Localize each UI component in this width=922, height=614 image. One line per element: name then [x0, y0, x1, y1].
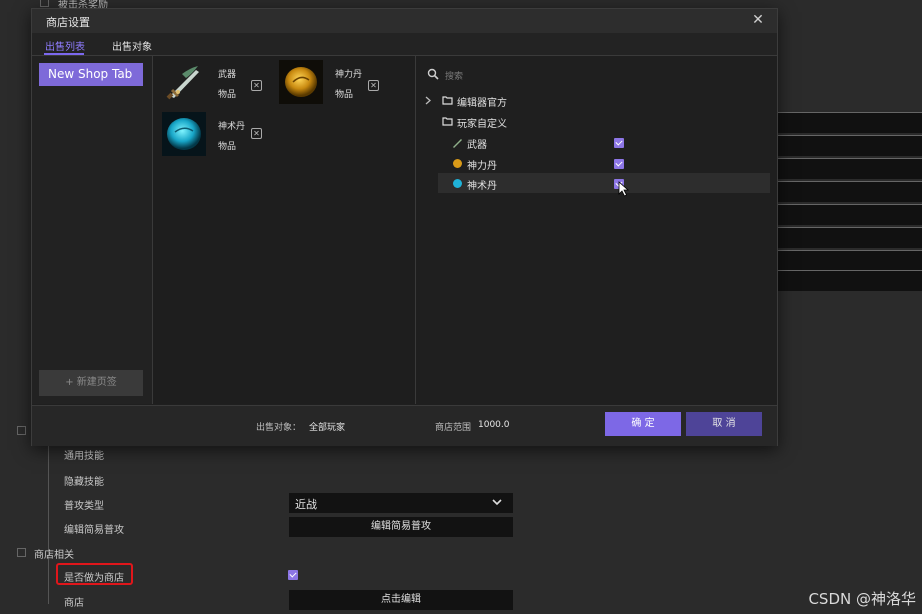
shop-tab-list: New Shop Tab + 新建页签	[32, 56, 153, 404]
sell-target-value: 全部玩家	[309, 423, 346, 433]
close-icon[interactable]: ✕	[750, 12, 766, 28]
search-icon	[427, 68, 439, 80]
cancel-button[interactable]: 取 消	[686, 412, 762, 436]
tree-leaf-blue-pill[interactable]: 神术丹	[452, 174, 762, 197]
property-field[interactable]	[776, 135, 922, 156]
item-tree-panel: 搜索 编辑器官方 玩家自定义 武器 神力丹 神术丹	[416, 56, 777, 404]
item-card-blue-pill[interactable]: 神术丹 物品 ✕	[162, 112, 272, 158]
shop-settings-dialog: 商店设置 ✕ 出售列表 出售对象 New Shop Tab + 新建页签 武器 …	[31, 8, 778, 446]
shop-label: 商店	[64, 598, 84, 609]
dialog-title: 商店设置	[46, 16, 90, 29]
tab-sell-list[interactable]: 出售列表	[45, 38, 85, 53]
tree-leaf-weapon[interactable]: 武器	[452, 133, 762, 153]
search-input[interactable]: 搜索	[445, 69, 463, 82]
tree-node-official[interactable]: 编辑器官方	[424, 91, 764, 111]
tree-label: 武器	[467, 140, 487, 151]
tree-checkbox[interactable]	[614, 138, 624, 148]
blue-pill-icon	[162, 112, 206, 156]
gold-pill-icon	[453, 159, 462, 168]
new-tab-button[interactable]: + 新建页签	[39, 370, 143, 396]
attack-type-label: 普攻类型	[64, 501, 104, 512]
sword-icon	[162, 60, 206, 104]
hidden-skills-label: 隐藏技能	[64, 477, 104, 488]
tree-label: 神力丹	[467, 161, 497, 172]
folder-icon	[442, 96, 453, 105]
item-type: 物品	[218, 142, 237, 152]
shop-edit-button[interactable]: 点击编辑	[289, 590, 513, 610]
item-name: 神术丹	[218, 122, 246, 132]
remove-item-icon[interactable]: ✕	[251, 128, 262, 139]
chevron-down-icon	[492, 499, 502, 506]
item-grid: 武器 物品 ✕ 神力丹 物品 ✕ 神术丹 物品 ✕	[153, 56, 416, 404]
active-tab-indicator	[44, 53, 84, 55]
property-field[interactable]	[776, 112, 922, 133]
dialog-footer: 出售对象： 全部玩家 商店范围 1000.0 确 定 取 消	[32, 405, 777, 446]
tab-bar: 出售列表 出售对象	[32, 33, 777, 56]
shop-range-value: 1000.0	[478, 420, 510, 430]
shop-section-label: 商店相关	[34, 550, 74, 561]
remove-item-icon[interactable]: ✕	[251, 80, 262, 91]
blue-pill-icon	[453, 179, 462, 188]
item-card-weapon[interactable]: 武器 物品 ✕	[162, 60, 272, 106]
item-name: 神力丹	[335, 70, 363, 80]
property-field[interactable]	[776, 270, 922, 291]
item-card-gold-pill[interactable]: 神力丹 物品 ✕	[279, 60, 389, 106]
tree-guide-line	[48, 440, 49, 604]
edit-simple-attack-button[interactable]: 编辑简易普攻	[289, 517, 513, 537]
highlight-box	[56, 563, 133, 585]
tree-checkbox[interactable]	[614, 159, 624, 169]
remove-item-icon[interactable]: ✕	[368, 80, 379, 91]
chevron-right-icon	[425, 96, 431, 105]
common-skills-label: 通用技能	[64, 451, 104, 462]
mouse-cursor-icon	[618, 181, 629, 197]
attack-type-value: 近战	[295, 498, 317, 511]
tab-sell-target[interactable]: 出售对象	[112, 38, 152, 53]
tree-label: 玩家自定义	[457, 119, 507, 130]
tree-label: 神术丹	[467, 181, 497, 192]
property-field[interactable]	[776, 250, 922, 271]
collapse-icon[interactable]	[17, 548, 26, 557]
tree-label: 编辑器官方	[457, 98, 507, 109]
sword-icon	[453, 139, 462, 148]
edit-simple-attack-label: 编辑简易普攻	[64, 525, 124, 536]
attack-type-select[interactable]: 近战	[289, 493, 513, 513]
ok-button[interactable]: 确 定	[605, 412, 681, 436]
item-type: 物品	[218, 90, 237, 100]
watermark: CSDN @神洛华	[808, 590, 916, 608]
item-name: 武器	[218, 70, 237, 80]
title-bar[interactable]: 商店设置 ✕	[32, 9, 777, 33]
folder-icon	[442, 117, 453, 126]
is-shop-checkbox[interactable]	[288, 570, 298, 580]
shop-range-label: 商店范围	[435, 423, 472, 433]
tree-node-custom[interactable]: 玩家自定义	[424, 112, 764, 132]
tree-leaf-gold-pill[interactable]: 神力丹	[452, 154, 762, 174]
property-field[interactable]	[776, 204, 922, 225]
property-field[interactable]	[776, 227, 922, 248]
sell-target-label: 出售对象：	[256, 423, 302, 433]
gold-pill-icon	[279, 60, 323, 104]
item-type: 物品	[335, 90, 354, 100]
property-field[interactable]	[776, 158, 922, 179]
collapse-icon[interactable]	[17, 426, 26, 435]
shop-tab-item[interactable]: New Shop Tab	[39, 63, 143, 86]
property-field[interactable]	[776, 181, 922, 202]
collapse-icon[interactable]	[40, 0, 49, 7]
